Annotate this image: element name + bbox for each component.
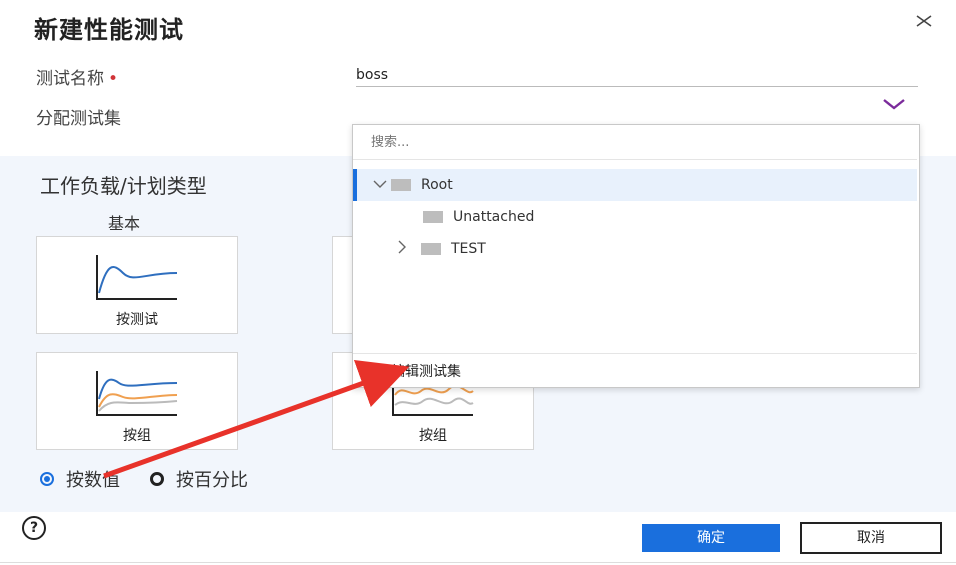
required-marker: • (108, 69, 119, 89)
cancel-button[interactable]: 取消 (800, 522, 942, 554)
selection-indicator (353, 169, 357, 201)
chevron-right-icon[interactable] (391, 240, 413, 258)
radio-by-percent-label[interactable]: 按百分比 (176, 466, 248, 492)
test-name-input[interactable] (356, 64, 918, 87)
search-input[interactable] (353, 125, 911, 159)
chevron-down-icon[interactable] (369, 177, 391, 193)
tree-item-label: Unattached (453, 209, 535, 225)
card-label: 按组 (123, 428, 151, 444)
card-label: 按测试 (116, 312, 158, 328)
test-name-label: 测试名称 • (36, 69, 119, 89)
radio-by-value-label[interactable]: 按数值 (66, 466, 120, 492)
tree-item-unattached[interactable]: Unattached (353, 201, 917, 233)
ok-button[interactable]: 确定 (642, 524, 780, 552)
workload-section-title: 工作负载/计划类型 (40, 174, 207, 198)
tree-item-label: TEST (451, 241, 486, 257)
tree-item-test[interactable]: TEST (353, 233, 917, 265)
value-type-radio-group: 按数值 按百分比 (40, 466, 248, 492)
line-chart-icon (96, 255, 178, 300)
card-label: 按组 (419, 428, 447, 444)
edit-test-sets-link[interactable]: 编辑测试集 (353, 353, 917, 387)
workload-card-by-group[interactable]: 按组 (36, 352, 238, 450)
folder-icon (391, 179, 411, 191)
radio-by-value[interactable] (40, 472, 54, 486)
help-icon[interactable]: ? (22, 516, 46, 540)
dialog-title: 新建性能测试 (34, 16, 184, 44)
close-icon[interactable] (914, 10, 934, 35)
tree-item-label: Root (421, 177, 453, 193)
folder-icon (423, 211, 443, 223)
dropdown-search (353, 125, 917, 160)
radio-by-percent[interactable] (150, 472, 164, 486)
workload-card-by-test[interactable]: 按测试 (36, 236, 238, 334)
multi-line-chart-icon (96, 371, 178, 416)
test-set-dropdown: Root Unattached TEST 编辑测试集 (352, 124, 920, 388)
assign-test-set-label: 分配测试集 (36, 109, 121, 129)
chevron-down-icon[interactable] (880, 96, 908, 116)
dialog-bottom-divider (0, 562, 956, 563)
folder-icon (421, 243, 441, 255)
basic-label: 基本 (108, 214, 141, 233)
tree-item-root[interactable]: Root (353, 169, 917, 201)
